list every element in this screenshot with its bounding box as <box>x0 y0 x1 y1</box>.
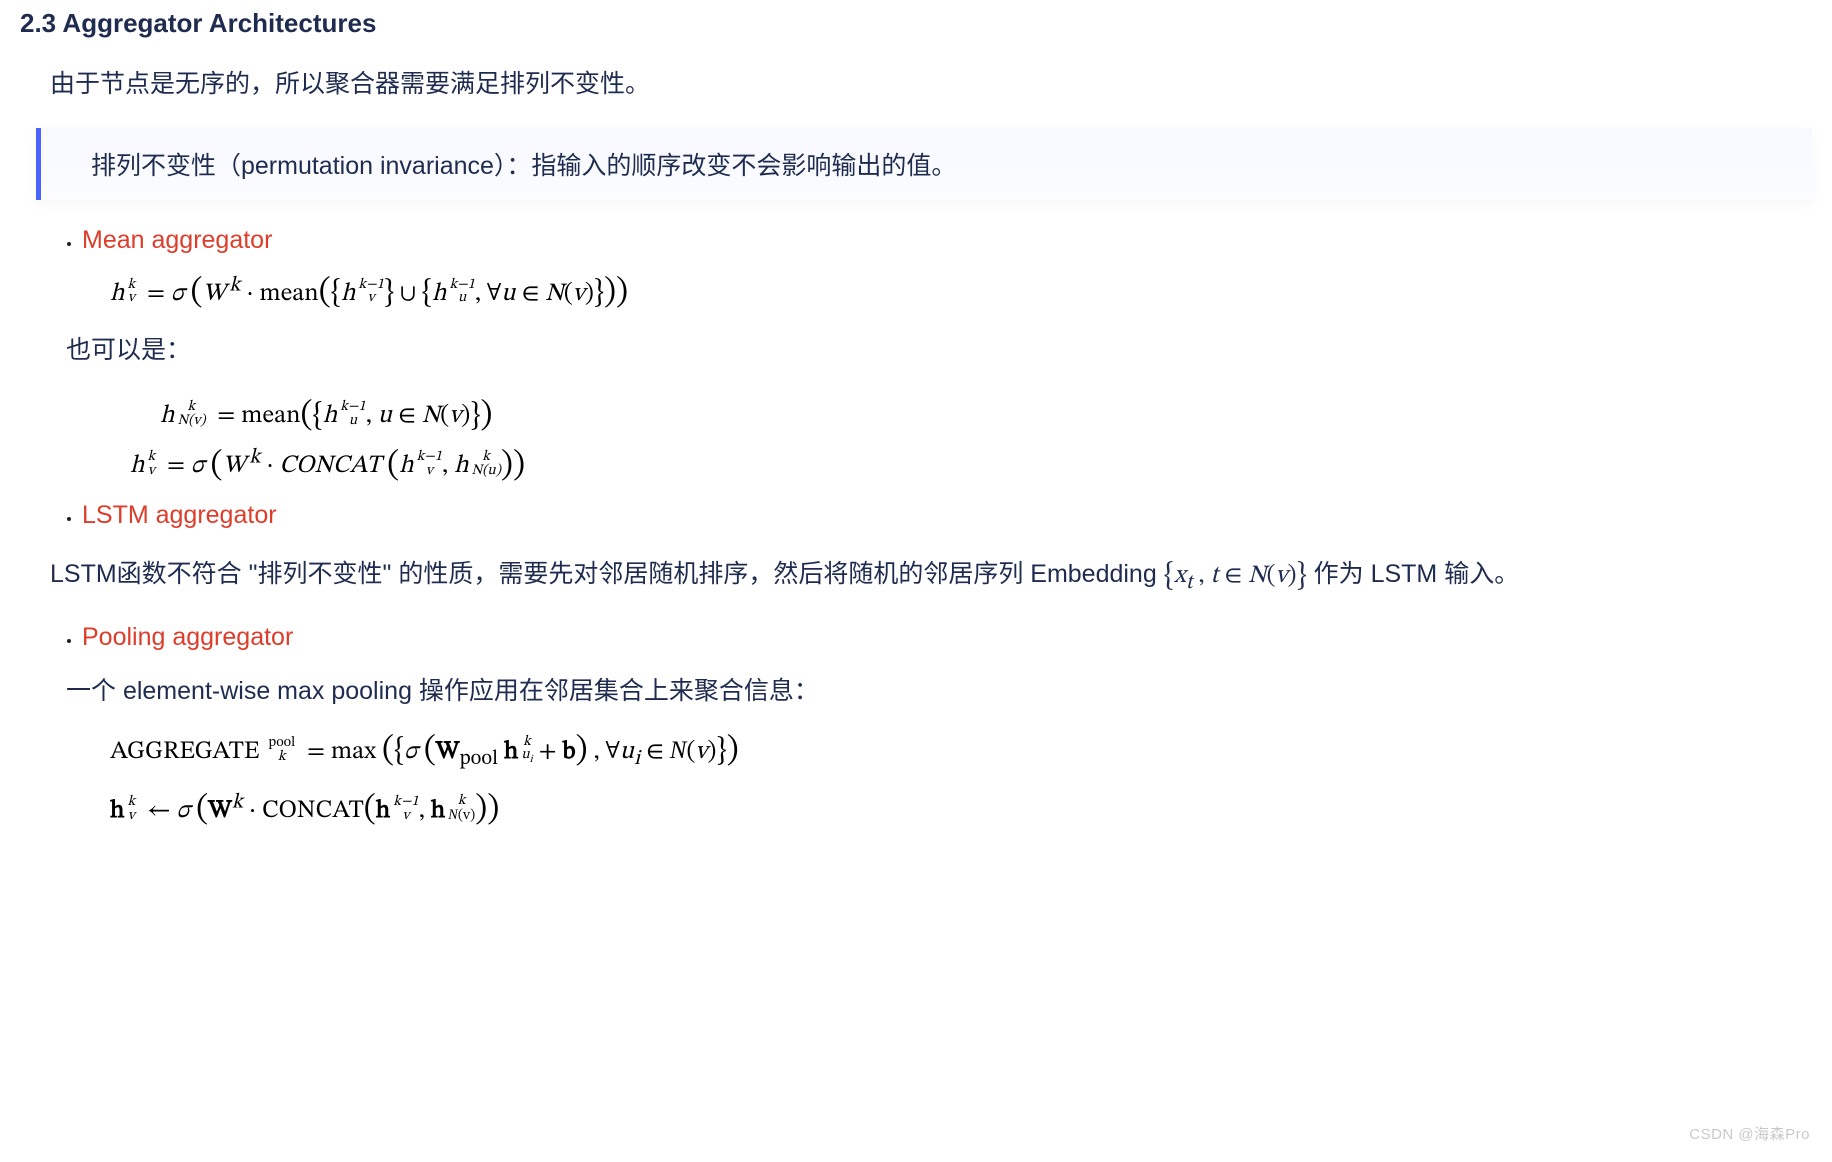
aggregator-list: LSTM aggregator <box>82 501 1812 530</box>
section-number: 2.3 <box>20 8 56 38</box>
mean-also-text: 也可以是： <box>66 329 1812 372</box>
formula: hkv = σ (W k · CONCAT (hk−1v, hkN(u))) <box>130 443 1812 485</box>
mean-formula-1: hkv = σ (W k · mean({hk−1v} ∪ {hk−1u, ∀u… <box>110 271 1812 313</box>
document-page: 2.3 Aggregator Architectures 由于节点是无序的，所以… <box>0 0 1832 1162</box>
intro-paragraph: 由于节点是无序的，所以聚合器需要满足排列不变性。 <box>50 63 1812 106</box>
mean-formula-2: hkN(v) = mean({hk−1u, u ∈ N(v)}) hkv = σ… <box>130 393 1812 485</box>
aggregator-list: Mean aggregator <box>82 226 1812 255</box>
aggregator-name-mean: Mean aggregator <box>82 226 272 254</box>
pooling-formula-1: AGGREGATE poolk = max ({σ (Wpool hkui + … <box>110 729 1812 772</box>
formula: hkv = σ (W k · mean({hk−1v} ∪ {hk−1u, ∀u… <box>110 271 1812 313</box>
lstm-desc-prefix: LSTM函数不符合 "排列不变性" 的性质，需要先对邻居随机排序，然后将随机的邻… <box>50 560 1164 588</box>
list-item: Pooling aggregator <box>82 623 1812 652</box>
formula: hkN(v) = mean({hk−1u, u ∈ N(v)}) <box>160 393 1812 435</box>
pooling-formula-2: hkv ← σ (Wk · CONCAT(hk−1v, hkN(v))) <box>110 788 1812 830</box>
aggregator-name-pooling: Pooling aggregator <box>82 623 293 651</box>
lstm-description: LSTM函数不符合 "排列不变性" 的性质，需要先对邻居随机排序，然后将随机的邻… <box>50 548 1812 601</box>
section-title-text: Aggregator Architectures <box>62 8 376 38</box>
watermark: CSDN @海森Pro <box>1689 1123 1810 1144</box>
formula: AGGREGATE poolk = max ({σ (Wpool hkui + … <box>110 729 1812 772</box>
list-item: Mean aggregator <box>82 226 1812 255</box>
pooling-description: 一个 element-wise max pooling 操作应用在邻居集合上来聚… <box>66 670 1812 713</box>
lstm-desc-suffix: 作为 LSTM 输入。 <box>1307 560 1520 588</box>
list-item: LSTM aggregator <box>82 501 1812 530</box>
section-heading: 2.3 Aggregator Architectures <box>20 8 1812 39</box>
lstm-set-formula: {xt , t ∈ N(v)} <box>1164 563 1307 588</box>
formula: hkv ← σ (Wk · CONCAT(hk−1v, hkN(v))) <box>110 788 1812 830</box>
aggregator-list: Pooling aggregator <box>82 623 1812 652</box>
definition-callout: 排列不变性（permutation invariance）：指输入的顺序改变不会… <box>36 128 1812 200</box>
aggregator-name-lstm: LSTM aggregator <box>82 501 277 529</box>
